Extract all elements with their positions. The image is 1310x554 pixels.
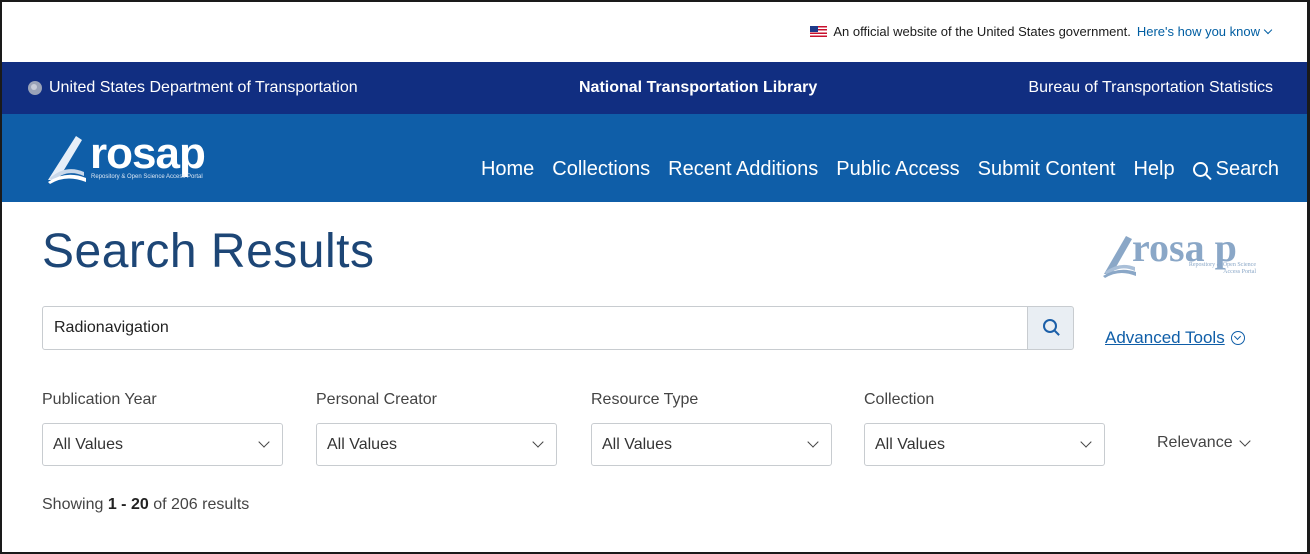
nav-recent-additions[interactable]: Recent Additions xyxy=(668,158,818,181)
personal-creator-select[interactable]: All Values xyxy=(316,423,557,466)
rosap-side-logo: rosa p Repository & Open Science Access … xyxy=(1102,228,1272,282)
page-frame: An official website of the United States… xyxy=(0,0,1310,554)
chevron-down-icon xyxy=(532,436,544,448)
filter-label-resource-type: Resource Type xyxy=(591,391,699,408)
chevron-down-icon xyxy=(1238,435,1251,447)
select-value: All Values xyxy=(602,436,672,453)
filter-label-collection: Collection xyxy=(864,391,935,408)
search-icon xyxy=(1043,319,1057,333)
chevron-down-icon xyxy=(258,436,270,448)
search-input[interactable]: Radionavigation xyxy=(42,306,1028,350)
results-range: 1 - 20 xyxy=(107,496,149,513)
results-count: Showing 1 - 20 of 206 results xyxy=(42,496,250,513)
ntl-link[interactable]: National Transportation Library xyxy=(579,79,817,97)
chevron-down-icon xyxy=(807,436,819,448)
side-logo-subtitle: Repository & Open Science Access Portal xyxy=(1188,262,1256,275)
dot-logo-icon xyxy=(28,81,42,95)
filter-label-publication-year: Publication Year xyxy=(42,391,157,408)
site-header: rosap Repository & Open Science Access P… xyxy=(2,114,1307,202)
results-total: 206 xyxy=(171,496,198,513)
nav-submit-content[interactable]: Submit Content xyxy=(978,158,1116,181)
rosap-logo-text: rosap xyxy=(90,129,206,178)
nav-search-label: Search xyxy=(1215,158,1279,180)
nav-help[interactable]: Help xyxy=(1133,158,1174,181)
collection-select[interactable]: All Values xyxy=(864,423,1105,466)
select-value: All Values xyxy=(327,436,397,453)
gov-banner-content: An official website of the United States… xyxy=(810,24,1273,39)
nav-home[interactable]: Home xyxy=(481,158,534,181)
rosap-book-icon xyxy=(48,136,86,184)
bts-link[interactable]: Bureau of Transportation Statistics xyxy=(1028,79,1273,97)
filter-label-personal-creator: Personal Creator xyxy=(316,391,437,408)
select-value: All Values xyxy=(875,436,945,453)
rosap-side-book-icon xyxy=(1103,236,1136,278)
nav-collections[interactable]: Collections xyxy=(552,158,650,181)
circle-chevron-down-icon xyxy=(1230,331,1245,345)
rosap-logo-subtitle: Repository & Open Science Access Portal xyxy=(91,174,203,180)
dot-link-label: United States Department of Transportati… xyxy=(49,79,358,96)
gov-banner: An official website of the United States… xyxy=(2,2,1307,62)
us-flag-icon xyxy=(810,26,828,37)
search-button[interactable] xyxy=(1027,306,1074,350)
dot-link[interactable]: United States Department of Transportati… xyxy=(28,79,358,97)
chevron-down-icon xyxy=(1080,436,1092,448)
chevron-down-icon xyxy=(1263,25,1273,35)
gov-banner-text: An official website of the United States… xyxy=(833,24,1131,39)
main-nav: Home Collections Recent Additions Public… xyxy=(481,158,1279,181)
page-title: Search Results xyxy=(42,225,375,278)
advanced-tools-label: Advanced Tools xyxy=(1105,328,1225,347)
search-icon xyxy=(1192,162,1208,177)
heres-how-you-know-link[interactable]: Here's how you know xyxy=(1137,24,1273,39)
resource-type-select[interactable]: All Values xyxy=(591,423,832,466)
sort-label: Relevance xyxy=(1157,434,1233,451)
rosap-logo[interactable]: rosap Repository & Open Science Access P… xyxy=(46,132,246,194)
select-value: All Values xyxy=(53,436,123,453)
sort-dropdown[interactable]: Relevance xyxy=(1157,434,1251,452)
publication-year-select[interactable]: All Values xyxy=(42,423,283,466)
nav-public-access[interactable]: Public Access xyxy=(836,158,959,181)
nav-search[interactable]: Search xyxy=(1192,158,1279,181)
advanced-tools-link[interactable]: Advanced Tools xyxy=(1105,328,1245,348)
agency-bar: United States Department of Transportati… xyxy=(2,62,1307,114)
